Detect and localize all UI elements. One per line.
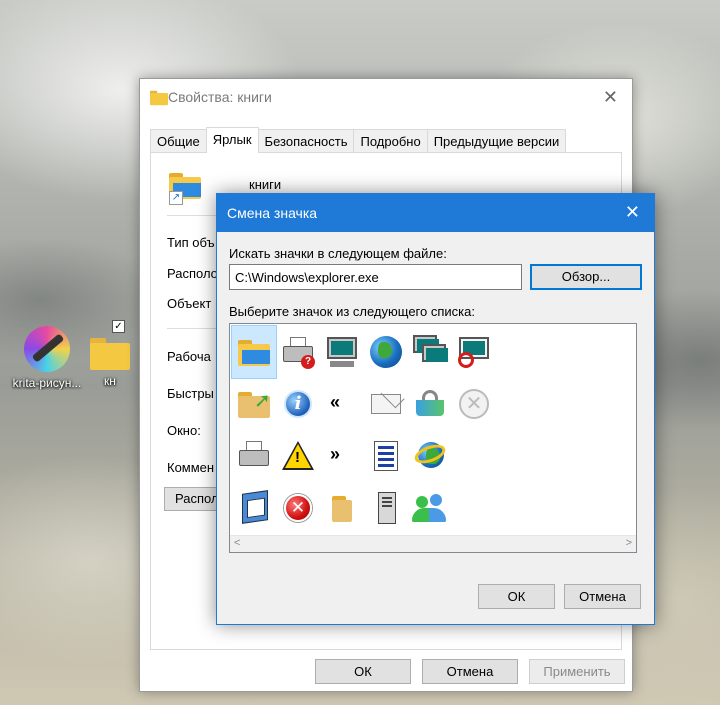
close-icon[interactable]: ✕: [603, 87, 618, 108]
gray-x-icon: ✕: [456, 386, 492, 422]
envelope-icon: [368, 386, 404, 422]
basket-icon: [412, 386, 448, 422]
browse-button[interactable]: Обзор...: [530, 264, 642, 290]
icon-cell[interactable]: [364, 326, 408, 378]
cancel-button[interactable]: Отмена: [422, 659, 518, 684]
icon-file-path-input[interactable]: [229, 264, 522, 290]
icon-cell[interactable]: »: [320, 430, 364, 482]
change-icon-dialog: Смена значка ✕ Искать значки в следующем…: [216, 193, 655, 625]
icon-cell[interactable]: [231, 325, 277, 379]
properties-titlebar[interactable]: Свойства: книги ✕: [140, 79, 632, 115]
tab-general[interactable]: Общие: [150, 129, 207, 153]
desktop-icon-label: krita-рисун...: [12, 376, 82, 390]
icon-cell[interactable]: «: [320, 378, 364, 430]
window-title: Свойства: книги: [168, 89, 272, 105]
dialog-titlebar[interactable]: Смена значка ✕: [217, 194, 654, 232]
shortcut-name: книги: [249, 177, 282, 192]
computer-icon: [324, 334, 360, 370]
ok-button[interactable]: ОК: [478, 584, 555, 609]
horizontal-scrollbar[interactable]: < >: [230, 535, 636, 552]
icon-cell[interactable]: [232, 482, 276, 534]
tab-shortcut[interactable]: Ярлык: [205, 127, 259, 153]
shortcut-folder-icon: ↗: [167, 167, 207, 205]
icon-grid: ? ➚ i « ✕ ! »: [231, 325, 496, 534]
folder-icon: [90, 334, 130, 370]
word-doc-icon: [368, 438, 404, 474]
warning-icon: !: [280, 438, 316, 474]
tab-previous-versions[interactable]: Предыдущие версии: [426, 129, 567, 153]
field-label-location: Располо: [167, 266, 218, 281]
field-label-target: Объект: [167, 296, 212, 311]
apply-button[interactable]: Применить: [529, 659, 625, 684]
icon-cell[interactable]: [408, 482, 452, 534]
globe-icon: [368, 334, 404, 370]
field-label-start-in: Рабоча: [167, 349, 211, 364]
icon-cell[interactable]: i: [276, 378, 320, 430]
field-label-shortcut-key: Быстры: [167, 386, 214, 401]
icon-cell[interactable]: [408, 326, 452, 378]
windows-icon: [412, 334, 448, 370]
desktop-icon-krita[interactable]: krita-рисун...: [2, 326, 92, 390]
icon-cell[interactable]: ✕: [452, 378, 496, 430]
ie-globe-icon: [412, 438, 448, 474]
tab-strip: Общие Ярлык Безопасность Подробно Предыд…: [150, 127, 567, 153]
error-icon: [280, 490, 316, 526]
desktop-icon-label: кн: [104, 374, 116, 388]
icon-cell[interactable]: ?: [276, 326, 320, 378]
folder-open-icon: [324, 490, 360, 526]
icon-cell[interactable]: [276, 482, 320, 534]
icon-cell[interactable]: [364, 430, 408, 482]
krita-icon: [24, 326, 70, 372]
icon-cell[interactable]: [320, 326, 364, 378]
cancel-button[interactable]: Отмена: [564, 584, 641, 609]
field-label-run: Окно:: [167, 423, 201, 438]
ok-button[interactable]: ОК: [315, 659, 411, 684]
icon-list-label: Выберите значок из следующего списка:: [229, 304, 475, 319]
icon-cell: [452, 430, 496, 482]
icon-cell[interactable]: !: [276, 430, 320, 482]
icon-cell[interactable]: [408, 430, 452, 482]
quote-left-icon: «: [330, 392, 341, 412]
scroll-right-icon[interactable]: >: [626, 537, 632, 549]
quote-right-icon: »: [330, 444, 341, 464]
printer-help-icon: ?: [280, 334, 316, 370]
icon-cell[interactable]: [364, 378, 408, 430]
icon-cell[interactable]: [320, 482, 364, 534]
icon-cell[interactable]: [232, 430, 276, 482]
dialog-title: Смена значка: [227, 205, 318, 221]
desktop-icon-books[interactable]: кн: [80, 334, 140, 388]
desktop-select-checkbox[interactable]: ✓: [112, 320, 125, 333]
icon-cell[interactable]: [364, 482, 408, 534]
tab-security[interactable]: Безопасность: [257, 129, 355, 153]
icon-cell[interactable]: [452, 326, 496, 378]
users-icon: [412, 490, 448, 526]
icon-cell[interactable]: ➚: [232, 378, 276, 430]
folder-blue-icon: [236, 334, 272, 370]
folder-icon: [150, 89, 169, 106]
folder-arrow-icon: ➚: [236, 386, 272, 422]
search-file-label: Искать значки в следующем файле:: [229, 246, 447, 261]
computer-tower-icon: [368, 490, 404, 526]
info-icon: i: [280, 386, 316, 422]
tab-details[interactable]: Подробно: [353, 129, 428, 153]
icon-list[interactable]: ? ➚ i « ✕ ! » <: [229, 323, 637, 553]
printer-icon: [236, 438, 272, 474]
field-label-comment: Коммен: [167, 460, 215, 475]
scroll-left-icon[interactable]: <: [234, 537, 240, 549]
field-label-type: Тип объ: [167, 235, 215, 250]
close-icon[interactable]: ✕: [625, 202, 640, 223]
blocked-window-icon: [456, 334, 492, 370]
icon-cell[interactable]: [408, 378, 452, 430]
presentation-icon: [236, 490, 272, 526]
